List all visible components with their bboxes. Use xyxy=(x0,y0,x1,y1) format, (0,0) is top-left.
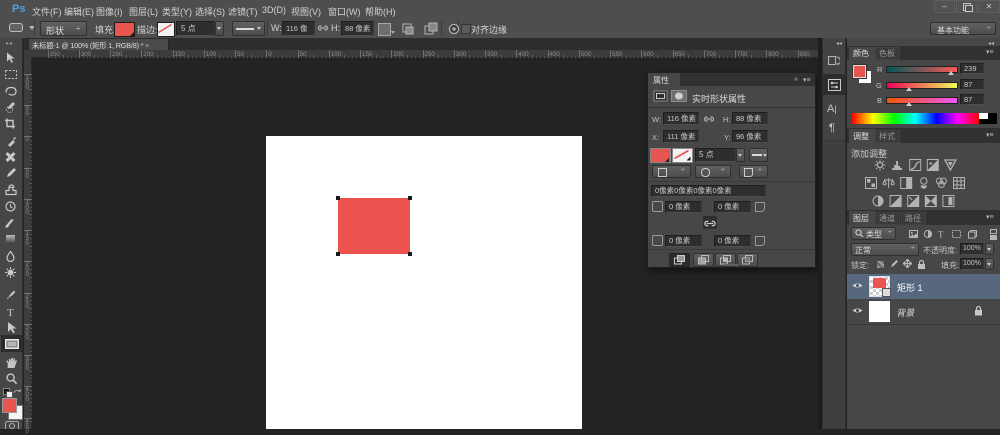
svg-text:T: T xyxy=(7,307,14,319)
svg-text:T: T xyxy=(938,230,944,240)
